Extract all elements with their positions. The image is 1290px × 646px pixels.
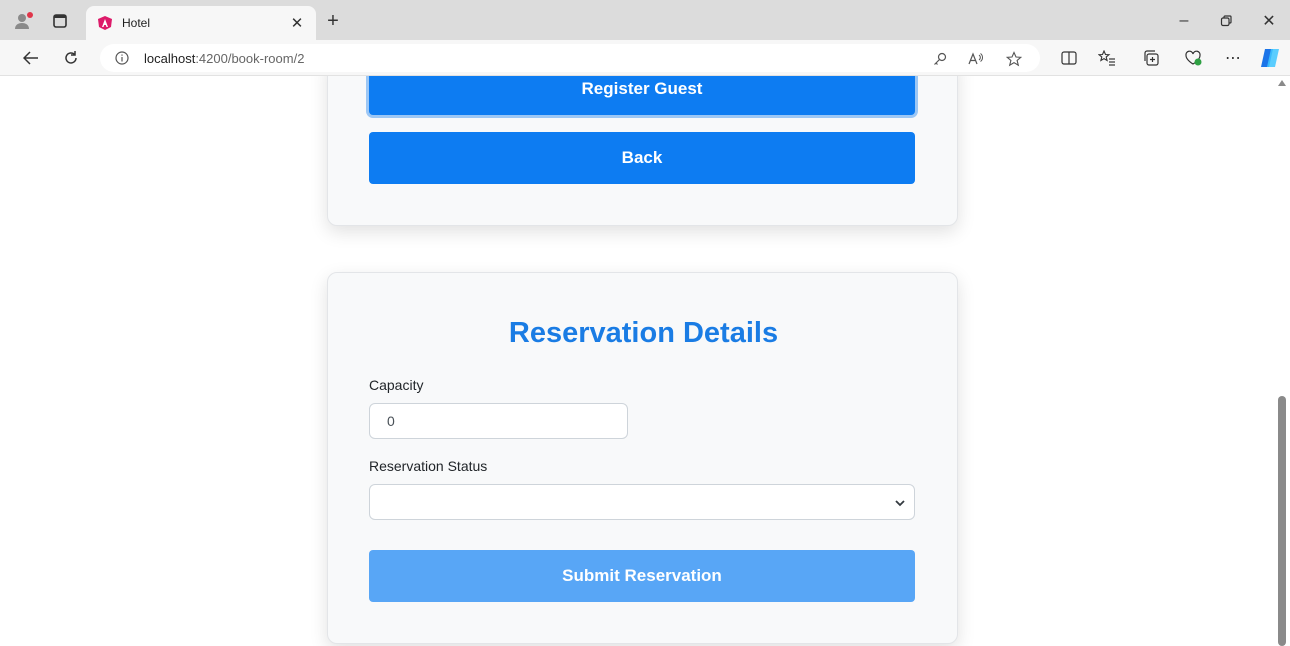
reload-icon[interactable] <box>60 48 82 68</box>
page-viewport: Register Guest Back Reservation Details … <box>8 76 1274 646</box>
site-info-icon[interactable] <box>114 50 130 66</box>
favorite-star-icon[interactable] <box>1004 50 1024 68</box>
profile-icon[interactable] <box>14 11 34 31</box>
url-text: localhost:4200/book-room/2 <box>144 50 305 66</box>
reservation-card: Reservation Details Capacity 0 Reservati… <box>327 272 958 644</box>
read-aloud-icon[interactable] <box>966 50 986 68</box>
scrollbar-thumb[interactable] <box>1278 396 1286 646</box>
copilot-icon[interactable] <box>1258 46 1282 70</box>
browser-toolbar: localhost:4200/book-room/2 ⋯ <box>0 40 1290 76</box>
browser-tab-strip: Hotel ✕ + – ✕ <box>0 0 1290 40</box>
address-bar[interactable]: localhost:4200/book-room/2 <box>100 44 1040 72</box>
minimize-icon[interactable]: – <box>1170 10 1198 32</box>
more-options-icon[interactable]: ⋯ <box>1222 48 1244 68</box>
back-button[interactable]: Back <box>369 132 915 184</box>
restore-icon[interactable] <box>1212 10 1240 32</box>
scroll-up-arrow-icon[interactable] <box>1277 78 1287 88</box>
page-scrollbar[interactable] <box>1274 76 1290 646</box>
capacity-input[interactable]: 0 <box>369 403 628 439</box>
browser-essentials-icon[interactable] <box>1182 48 1204 68</box>
tab-hotel[interactable]: Hotel ✕ <box>86 6 316 40</box>
tab-title: Hotel <box>122 16 151 30</box>
back-arrow-icon[interactable] <box>20 48 42 68</box>
password-key-icon[interactable] <box>930 50 950 68</box>
guest-card: Register Guest Back <box>327 76 958 226</box>
register-guest-button[interactable]: Register Guest <box>369 76 915 115</box>
tab-actions-icon[interactable] <box>50 11 70 31</box>
close-tab-icon[interactable]: ✕ <box>288 14 306 32</box>
submit-reservation-button[interactable]: Submit Reservation <box>369 550 915 602</box>
reservation-status-select[interactable] <box>369 484 915 520</box>
split-screen-icon[interactable] <box>1058 48 1080 68</box>
new-tab-icon[interactable]: + <box>322 10 344 32</box>
favorites-list-icon[interactable] <box>1096 48 1118 68</box>
chevron-down-icon <box>894 497 906 509</box>
reservation-status-label: Reservation Status <box>369 458 488 474</box>
close-window-icon[interactable]: ✕ <box>1255 10 1283 32</box>
capacity-label: Capacity <box>369 377 424 393</box>
reservation-heading: Reservation Details <box>508 317 779 349</box>
collections-icon[interactable] <box>1140 48 1162 68</box>
angular-favicon-icon <box>96 14 114 32</box>
